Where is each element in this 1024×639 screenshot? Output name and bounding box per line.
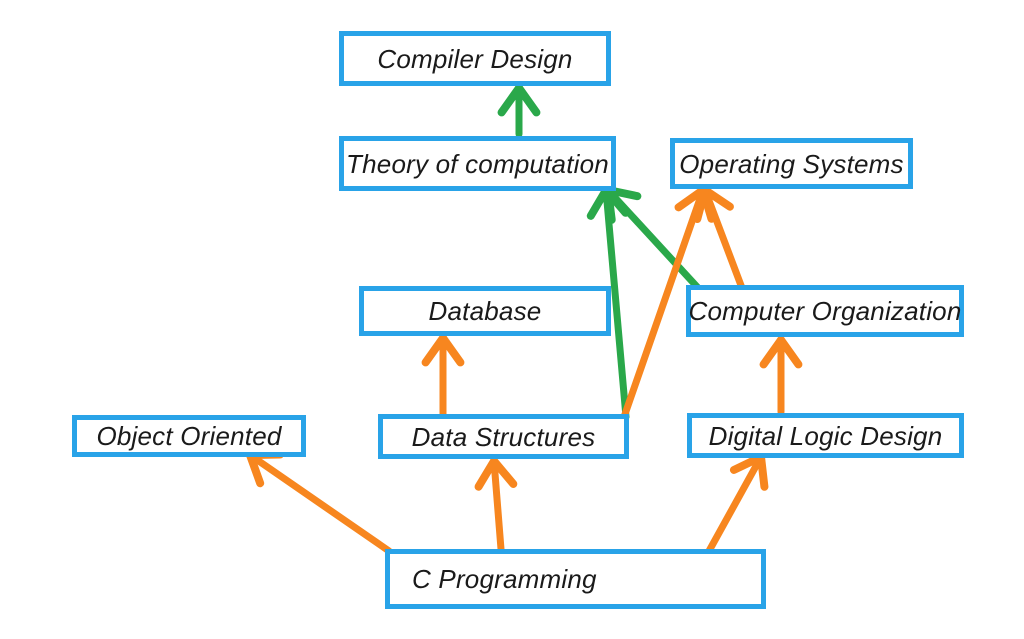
edge-arrowhead-dld-to-co-1	[759, 336, 785, 369]
edge-arrowhead-c-to-dld-0	[757, 453, 769, 491]
edge-arrowhead-ds-to-toc-0	[602, 186, 630, 217]
edge-arrowhead-co-to-toc-1	[604, 186, 616, 224]
node-database[interactable]: Database	[359, 286, 611, 336]
edge-c-to-object	[246, 450, 393, 555]
node-label-operating_systems: Operating Systems	[679, 148, 904, 179]
node-c_programming[interactable]: C Programming	[385, 549, 766, 609]
node-label-database: Database	[428, 296, 542, 326]
edge-ds-to-database	[421, 334, 465, 418]
edge-arrowhead-ds-to-os-1	[674, 186, 707, 212]
node-label-compiler_design: Compiler Design	[377, 43, 573, 74]
edge-line-c-to-object	[246, 451, 393, 555]
edge-co-to-os	[693, 186, 746, 292]
edge-arrowhead-toc-to-compiler-1	[497, 84, 523, 117]
node-computer_organization[interactable]: Computer Organization	[686, 285, 964, 337]
edge-dld-to-co	[759, 336, 803, 416]
diagram-canvas: Compiler Design Theory of computation Oper…	[0, 0, 1024, 639]
edge-line-c-to-ds	[490, 457, 505, 553]
edge-arrowhead-ds-to-os-0	[699, 186, 716, 223]
node-label-theory_of_computation: Theory of computation	[346, 148, 609, 179]
edge-c-to-ds	[474, 457, 518, 553]
edge-arrowhead-dld-to-co-0	[777, 336, 803, 369]
node-label-object_oriented: Object Oriented	[96, 421, 282, 451]
node-label-data_structures: Data Structures	[411, 421, 596, 452]
edge-toc-to-compiler	[497, 84, 541, 138]
node-digital_logic_design[interactable]: Digital Logic Design	[687, 413, 964, 458]
node-label-digital_logic_design: Digital Logic Design	[708, 420, 943, 451]
edge-line-c-to-dld	[705, 453, 765, 555]
edge-line-co-to-os	[701, 186, 746, 292]
edge-arrowhead-c-to-ds-0	[490, 457, 518, 488]
node-data_structures[interactable]: Data Structures	[378, 414, 629, 459]
edge-line-co-to-toc	[604, 186, 704, 294]
edge-arrowhead-ds-to-database-0	[439, 334, 465, 367]
edge-arrowhead-c-to-object-1	[246, 451, 265, 488]
node-label-computer_organization: Computer Organization	[688, 296, 962, 326]
node-compiler_design[interactable]: Compiler Design	[339, 31, 611, 86]
edge-arrowhead-co-to-os-0	[701, 186, 734, 211]
node-operating_systems[interactable]: Operating Systems	[670, 138, 913, 189]
edge-arrowhead-toc-to-compiler-0	[515, 84, 541, 117]
node-object_oriented[interactable]: Object Oriented	[72, 415, 306, 457]
edge-arrowhead-c-to-dld-1	[729, 453, 765, 474]
edge-c-to-dld	[705, 453, 769, 555]
edge-co-to-toc	[604, 186, 704, 294]
edge-arrowhead-co-to-os-1	[693, 186, 709, 223]
edge-arrowhead-ds-to-toc-1	[586, 186, 610, 220]
node-theory_of_computation[interactable]: Theory of computation	[339, 136, 616, 191]
node-label-c_programming: C Programming	[412, 564, 597, 594]
edge-arrowhead-c-to-ds-1	[474, 457, 498, 491]
edge-arrowhead-ds-to-database-1	[421, 334, 447, 367]
